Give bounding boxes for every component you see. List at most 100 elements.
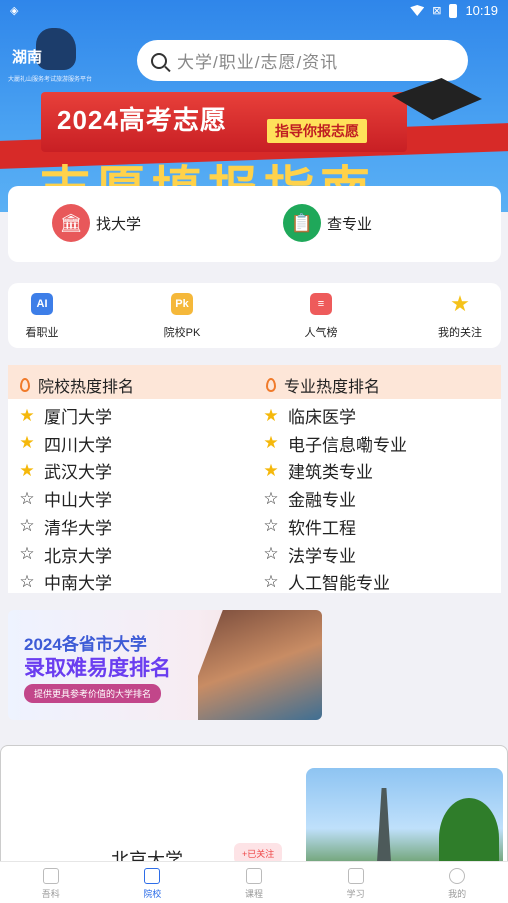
ranking-item-name: 厦门大学 — [44, 408, 112, 427]
pk-icon: Pk — [171, 293, 193, 315]
ranking-item[interactable]: ☆ 金融专业 — [262, 486, 356, 511]
popular-list-icon: ≡ — [310, 293, 332, 315]
box-icon — [42, 868, 59, 884]
ranking-item-name: 电子信息嘞专业 — [288, 435, 407, 455]
star-icon: ★ — [450, 291, 470, 316]
menu-label: 人气榜 — [304, 327, 338, 339]
shield-icon: ◈ — [10, 5, 19, 17]
find-university-button[interactable]: 🏛 找大学 — [52, 204, 141, 242]
nav-item-subjects[interactable]: 吾科 — [0, 862, 102, 903]
nav-item-study[interactable]: 学习 — [305, 862, 407, 903]
box-icon — [347, 868, 364, 884]
banner-tag: 指导你报志愿 — [267, 119, 367, 143]
ranking-item-name: 中山大学 — [44, 491, 112, 511]
nav-item-courses[interactable]: 课程 — [203, 862, 305, 903]
menu-item-school-pk[interactable]: Pk 院校PK — [142, 293, 222, 340]
nav-label: 课程 — [244, 889, 263, 899]
star-icon[interactable]: ★ — [262, 461, 280, 481]
ranking-item[interactable]: ★ 电子信息嘞专业 — [262, 431, 407, 456]
flame-icon — [266, 378, 276, 392]
menu-label: 看职业 — [25, 327, 59, 339]
find-major-label: 查专业 — [327, 215, 373, 233]
search-placeholder: 大学/职业/志愿/资讯 — [177, 53, 339, 72]
ranking-item-name: 四川大学 — [44, 435, 112, 455]
star-icon[interactable]: ☆ — [18, 572, 36, 592]
promo-banner[interactable]: 2024各省市大学 录取难易度排名 提供更具参考价值的大学排名 — [8, 610, 322, 720]
status-bar: ◈ ⊠ 10:19 — [0, 0, 508, 22]
hero-banner[interactable]: 2024高考志愿 指导你报志愿 — [41, 92, 407, 152]
wifi-icon — [410, 5, 425, 16]
star-icon[interactable]: ★ — [18, 433, 36, 453]
battery-icon — [449, 3, 458, 18]
search-icon — [151, 52, 167, 69]
star-icon[interactable]: ★ — [262, 433, 280, 453]
ranking-item-name: 武汉大学 — [44, 463, 112, 483]
ranking-item[interactable]: ★ 武汉大学 — [18, 458, 112, 483]
menu-item-careers[interactable]: AI 看职业 — [2, 293, 82, 340]
nav-label: 吾科 — [41, 889, 60, 899]
ranking-item-name: 人工智能专业 — [288, 574, 390, 594]
quick-entry-card: 🏛 找大学 📋 查专业 — [8, 186, 501, 262]
star-icon[interactable]: ☆ — [262, 544, 280, 564]
star-icon[interactable]: ★ — [18, 461, 36, 481]
major-ranking-title-text: 专业热度排名 — [284, 379, 381, 396]
ranking-item[interactable]: ☆ 法学专业 — [262, 542, 356, 567]
no-signal-icon: ⊠ — [432, 5, 442, 17]
ranking-item-name: 临床医学 — [288, 408, 356, 427]
find-major-button[interactable]: 📋 查专业 — [283, 204, 372, 242]
banner-title: 2024高考志愿 — [57, 105, 227, 135]
campus-photo — [198, 610, 322, 720]
find-university-label: 找大学 — [96, 215, 142, 233]
nav-item-schools[interactable]: 院校 — [102, 862, 204, 903]
promo-line2: 录取难易度排名 — [24, 657, 171, 680]
gift-icon — [144, 868, 161, 884]
menu-item-popular[interactable]: ≡ 人气榜 — [281, 293, 361, 340]
major-ranking-title[interactable]: 专业热度排名 — [266, 373, 508, 397]
star-icon[interactable]: ☆ — [262, 516, 280, 536]
logo-tagline: 大麗礼山服务考试旅游服务平台 — [8, 77, 93, 83]
hero-header: ◈ ⊠ 10:19 湖南 大麗礼山服务考试旅游服务平台 大学/职业/志愿/资讯 … — [0, 0, 508, 212]
ranking-item[interactable]: ☆ 人工智能专业 — [262, 569, 390, 594]
star-icon[interactable]: ★ — [18, 406, 36, 426]
nav-item-me[interactable]: 我的 — [406, 862, 508, 903]
nav-label: 院校 — [143, 889, 162, 899]
rankings-header: 院校热度排名 专业热度排名 — [8, 365, 501, 399]
ranking-item-name: 法学专业 — [288, 546, 356, 566]
star-icon[interactable]: ☆ — [18, 489, 36, 509]
ranking-item[interactable]: ☆ 软件工程 — [262, 514, 356, 539]
promo-line3: 提供更具参考价值的大学排名 — [24, 684, 162, 703]
university-icon: 🏛 — [52, 204, 90, 242]
menu-item-my-follows[interactable]: ★ 我的关注 — [420, 291, 500, 340]
region-label[interactable]: 湖南 — [12, 46, 42, 67]
ranking-item[interactable]: ☆ 清华大学 — [18, 514, 112, 539]
ranking-item[interactable]: ☆ 北京大学 — [18, 542, 112, 567]
status-time: 10:19 — [465, 3, 498, 18]
star-icon[interactable]: ☆ — [18, 516, 36, 536]
ranking-item[interactable]: ★ 厦门大学 — [18, 403, 112, 428]
search-bar[interactable]: 大学/职业/志愿/资讯 — [137, 40, 468, 81]
ai-icon: AI — [31, 293, 53, 315]
star-icon[interactable]: ☆ — [262, 489, 280, 509]
ranking-item[interactable]: ☆ 中山大学 — [18, 486, 112, 511]
ranking-item[interactable]: ★ 临床医学 — [262, 403, 356, 428]
ranking-item-name: 清华大学 — [44, 518, 112, 538]
star-icon[interactable]: ☆ — [18, 544, 36, 564]
university-card[interactable]: 北京大学 +已关注 — [0, 745, 508, 878]
ranking-item-name: 北京大学 — [44, 546, 112, 566]
app-logo[interactable]: 湖南 大麗礼山服务考试旅游服务平台 — [8, 26, 93, 88]
document-search-icon: 📋 — [283, 204, 321, 242]
user-icon — [449, 868, 466, 884]
school-ranking-title[interactable]: 院校热度排名 — [20, 373, 266, 397]
hot-rankings: 院校热度排名 专业热度排名 ★ 厦门大学 ★ 四川大学 ★ 武汉大学 ☆ 中山大学 ☆ 清华大学 ☆… — [8, 365, 501, 593]
flame-icon — [20, 378, 30, 392]
ranking-item-name: 金融专业 — [288, 491, 356, 511]
menu-label: 院校PK — [163, 327, 201, 339]
star-icon[interactable]: ☆ — [262, 572, 280, 592]
ranking-item[interactable]: ★ 四川大学 — [18, 431, 112, 456]
ranking-item[interactable]: ★ 建筑类专业 — [262, 458, 373, 483]
star-icon[interactable]: ★ — [262, 406, 280, 426]
feature-menu: AI 看职业 Pk 院校PK ≡ 人气榜 ★ 我的关注 — [8, 283, 501, 348]
nav-label: 学习 — [346, 889, 365, 899]
ranking-item[interactable]: ☆ 中南大学 — [18, 569, 112, 594]
menu-label: 我的关注 — [438, 327, 482, 339]
